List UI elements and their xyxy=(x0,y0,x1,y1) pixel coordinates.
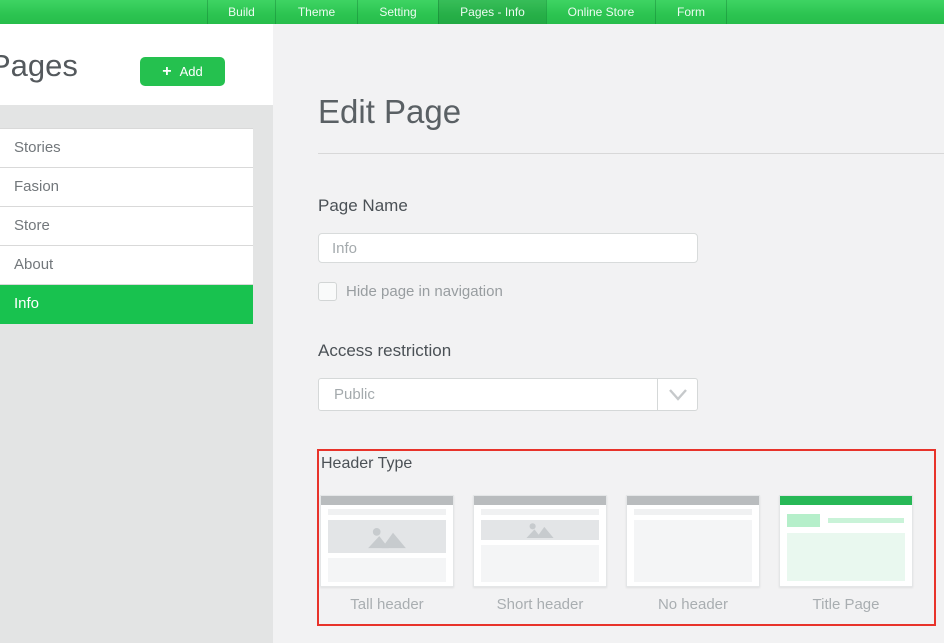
title-divider xyxy=(318,153,944,154)
plus-icon: + xyxy=(162,64,171,80)
option-label-tall-header: Tall header xyxy=(320,596,454,613)
page-list: Stories Fasion Store About Info xyxy=(0,128,253,324)
sidebar-item-info[interactable]: Info xyxy=(0,285,253,324)
sidebar-item-about[interactable]: About xyxy=(0,246,253,285)
header-option-no-header[interactable] xyxy=(626,495,760,587)
tab-pages-info[interactable]: Pages - Info xyxy=(438,0,546,24)
tab-theme[interactable]: Theme xyxy=(275,0,357,24)
add-page-button[interactable]: + Add xyxy=(140,57,225,86)
sidebar-item-store[interactable]: Store xyxy=(0,207,253,246)
pages-sidebar: Pages + Add Stories Fasion Store About I… xyxy=(0,24,273,643)
access-restriction-select[interactable]: Public xyxy=(318,378,698,411)
thumb-content-block xyxy=(634,520,752,582)
page-name-input[interactable] xyxy=(318,233,698,263)
tab-form[interactable]: Form xyxy=(655,0,727,24)
header-type-label: Header Type xyxy=(321,455,412,473)
thumb-topbar xyxy=(627,496,759,505)
top-navbar: Build Theme Setting Pages - Info Online … xyxy=(0,0,944,24)
thumb-title-block xyxy=(787,514,820,527)
header-type-option-labels: Tall header Short header No header Title… xyxy=(320,596,913,613)
sidebar-item-stories[interactable]: Stories xyxy=(0,129,253,168)
access-restriction-value: Public xyxy=(334,379,375,410)
sidebar-title: Pages xyxy=(0,48,78,84)
option-label-title-page: Title Page xyxy=(779,596,913,613)
thumb-title-line xyxy=(828,518,904,523)
app-window: Build Theme Setting Pages - Info Online … xyxy=(0,0,944,643)
header-type-options xyxy=(320,495,913,587)
edit-page-panel: Edit Page Page Name Hide page in navigat… xyxy=(273,24,944,643)
sidebar-header: Pages + Add xyxy=(0,24,273,105)
tab-setting[interactable]: Setting xyxy=(357,0,438,24)
thumb-navline xyxy=(328,509,446,515)
navbar-tabs: Build Theme Setting Pages - Info Online … xyxy=(207,0,727,24)
header-option-title-page[interactable] xyxy=(779,495,913,587)
thumb-content-block xyxy=(481,545,599,582)
header-type-section: Header Type xyxy=(317,449,936,626)
hide-page-row[interactable]: Hide page in navigation xyxy=(318,282,503,301)
chevron-down-icon xyxy=(657,379,697,410)
thumb-topbar xyxy=(321,496,453,505)
hide-page-checkbox-label: Hide page in navigation xyxy=(346,283,503,300)
image-placeholder-icon xyxy=(328,520,446,553)
thumb-topbar xyxy=(474,496,606,505)
thumb-body-block xyxy=(787,533,905,581)
add-button-label: Add xyxy=(180,64,203,79)
thumb-navline xyxy=(481,509,599,515)
thumb-navline xyxy=(634,509,752,515)
page-name-label: Page Name xyxy=(318,196,408,216)
tab-build[interactable]: Build xyxy=(207,0,275,24)
thumb-topbar-green xyxy=(780,496,912,505)
image-placeholder-icon xyxy=(481,520,599,540)
sidebar-item-fasion[interactable]: Fasion xyxy=(0,168,253,207)
tab-online-store[interactable]: Online Store xyxy=(546,0,655,24)
option-label-short-header: Short header xyxy=(473,596,607,613)
page-title: Edit Page xyxy=(318,93,461,131)
header-option-tall-header[interactable] xyxy=(320,495,454,587)
access-restriction-label: Access restriction xyxy=(318,341,451,361)
option-label-no-header: No header xyxy=(626,596,760,613)
thumb-content-block xyxy=(328,558,446,582)
hide-page-checkbox[interactable] xyxy=(318,282,337,301)
header-option-short-header[interactable] xyxy=(473,495,607,587)
